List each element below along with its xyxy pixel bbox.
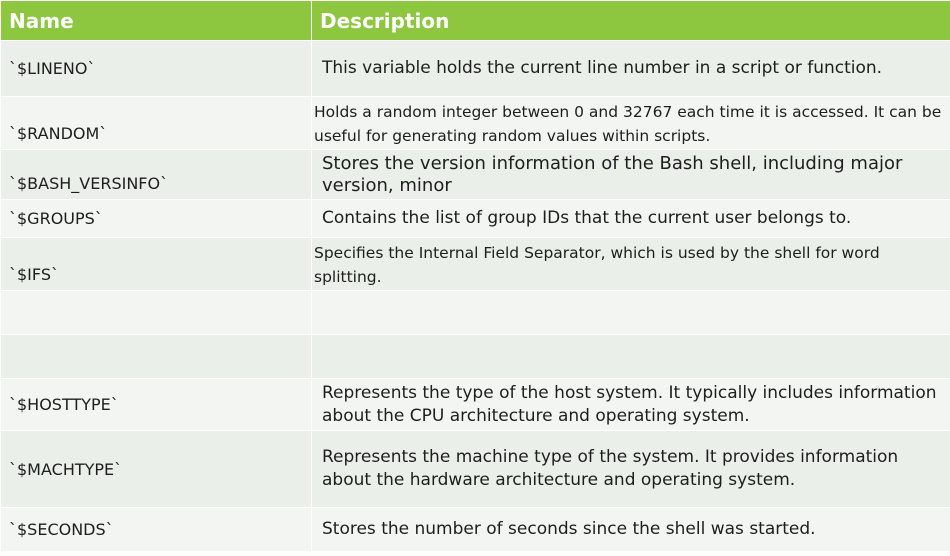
variable-description: Contains the list of group IDs that the …: [311, 199, 950, 238]
table-row: [0, 334, 950, 379]
variable-description: Stores the version information of the Ba…: [311, 149, 950, 200]
variable-description: Specifies the Internal Field Separator, …: [311, 237, 950, 291]
table-row: `$SECONDS` Stores the number of seconds …: [0, 507, 950, 552]
variable-name: `$SECONDS`: [0, 507, 312, 552]
table-row: `$RANDOM` Holds a random integer between…: [0, 96, 950, 150]
table-row: `$BASH_VERSINFO` Stores the version info…: [0, 149, 950, 200]
table-row: `$MACHTYPE` Represents the machine type …: [0, 430, 950, 508]
header-row: Name Description: [0, 0, 950, 41]
table-row: `$IFS` Specifies the Internal Field Sepa…: [0, 237, 950, 291]
variable-name: `$MACHTYPE`: [0, 430, 312, 508]
variable-name: `$GROUPS`: [0, 199, 312, 238]
table-row: [0, 290, 950, 335]
variable-name: `$IFS`: [0, 237, 312, 291]
table-row: `$HOSTTYPE` Represents the type of the h…: [0, 378, 950, 431]
variable-name: [0, 334, 312, 379]
bash-variables-table: Name Description `$LINENO` This variable…: [0, 0, 950, 556]
variable-description: Holds a random integer between 0 and 327…: [311, 96, 950, 150]
variable-description: Stores the number of seconds since the s…: [311, 507, 950, 552]
variable-description: Represents the type of the host system. …: [311, 378, 950, 431]
variable-description: Represents the machine type of the syste…: [311, 430, 950, 508]
variable-name: `$BASH_VERSINFO`: [0, 149, 312, 200]
description-column-header: Description: [311, 0, 950, 41]
variable-name: `$HOSTTYPE`: [0, 378, 312, 431]
variables-table: Name Description `$LINENO` This variable…: [0, 0, 950, 552]
name-column-header: Name: [0, 0, 312, 41]
variable-description: [311, 290, 950, 335]
variable-name: `$LINENO`: [0, 40, 312, 97]
table-row: `$LINENO` This variable holds the curren…: [0, 40, 950, 97]
variable-description: This variable holds the current line num…: [311, 40, 950, 97]
variable-description: [311, 334, 950, 379]
variable-name: [0, 290, 312, 335]
variable-name: `$RANDOM`: [0, 96, 312, 150]
table-row: `$GROUPS` Contains the list of group IDs…: [0, 199, 950, 238]
